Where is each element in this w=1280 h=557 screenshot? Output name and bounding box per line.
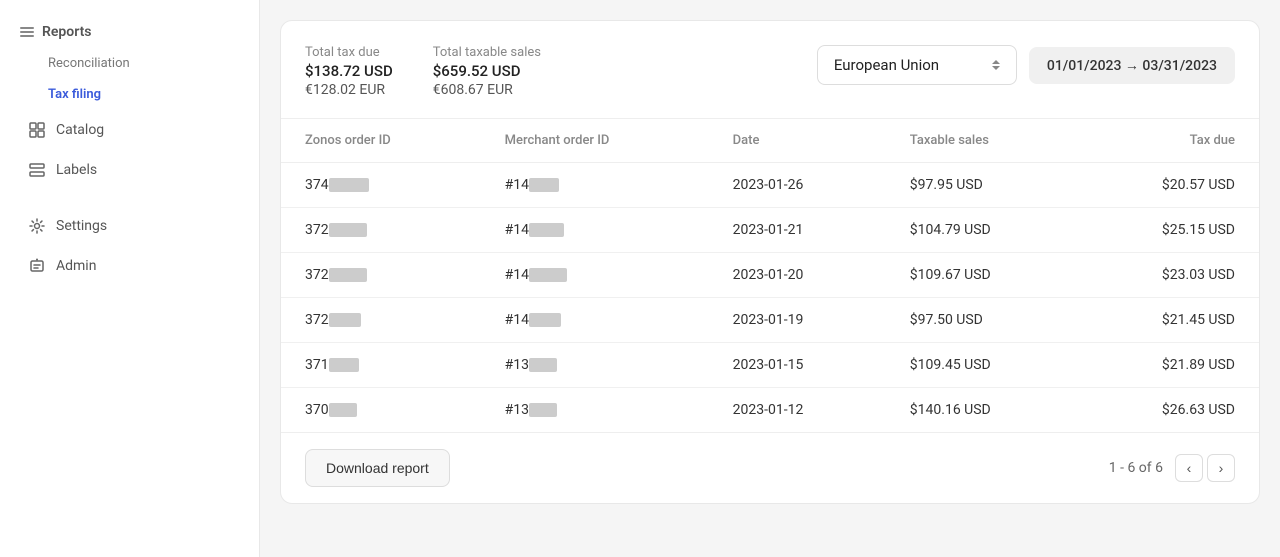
region-chevron-icon bbox=[992, 60, 1000, 70]
total-taxable-sales-block: Total taxable sales $659.52 USD €608.67 … bbox=[433, 45, 541, 98]
cell-taxable-sales: $104.79 USD bbox=[886, 208, 1078, 253]
cell-tax-due: $21.89 USD bbox=[1078, 343, 1259, 388]
cell-date: 2023-01-15 bbox=[709, 343, 886, 388]
cell-taxable-sales: $97.50 USD bbox=[886, 298, 1078, 343]
cell-taxable-sales: $140.16 USD bbox=[886, 388, 1078, 433]
cell-merchant-id: #14 bbox=[481, 163, 709, 208]
table-row: 371 #13 2023-01-15 $109.45 USD $21.89 US… bbox=[281, 343, 1259, 388]
col-date: Date bbox=[709, 119, 886, 163]
cell-date: 2023-01-20 bbox=[709, 253, 886, 298]
tax-filing-card: Total tax due $138.72 USD €128.02 EUR To… bbox=[280, 20, 1260, 504]
prev-page-button[interactable]: ‹ bbox=[1175, 454, 1203, 482]
cell-date: 2023-01-19 bbox=[709, 298, 886, 343]
tax-filing-label: Tax filing bbox=[48, 87, 101, 102]
sidebar-item-catalog[interactable]: Catalog bbox=[8, 111, 251, 149]
region-select[interactable]: European Union bbox=[817, 45, 1017, 85]
sidebar-reports-header: Reports bbox=[0, 16, 259, 48]
table-row: 372 #14 2023-01-21 $104.79 USD $25.15 US… bbox=[281, 208, 1259, 253]
catalog-icon bbox=[28, 121, 46, 139]
pagination-text: 1 - 6 of 6 bbox=[1109, 460, 1163, 476]
cell-zonos-id: 372 bbox=[281, 298, 481, 343]
admin-label: Admin bbox=[56, 258, 96, 274]
cell-tax-due: $25.15 USD bbox=[1078, 208, 1259, 253]
pagination-nav: ‹ › bbox=[1175, 454, 1235, 482]
col-taxable-sales: Taxable sales bbox=[886, 119, 1078, 163]
labels-icon bbox=[28, 161, 46, 179]
main-content: Total tax due $138.72 USD €128.02 EUR To… bbox=[260, 0, 1280, 557]
total-tax-due-usd: $138.72 USD bbox=[305, 62, 393, 80]
sidebar-item-settings[interactable]: Settings bbox=[8, 207, 251, 245]
cell-zonos-id: 371 bbox=[281, 343, 481, 388]
pagination: 1 - 6 of 6 ‹ › bbox=[1109, 454, 1235, 482]
total-tax-due-eur: €128.02 EUR bbox=[305, 82, 393, 98]
cell-tax-due: $20.57 USD bbox=[1078, 163, 1259, 208]
cell-tax-due: $26.63 USD bbox=[1078, 388, 1259, 433]
settings-label: Settings bbox=[56, 218, 107, 234]
card-footer: Download report 1 - 6 of 6 ‹ › bbox=[281, 432, 1259, 503]
cell-tax-due: $23.03 USD bbox=[1078, 253, 1259, 298]
reconciliation-label: Reconciliation bbox=[48, 56, 130, 71]
cell-merchant-id: #13 bbox=[481, 388, 709, 433]
cell-zonos-id: 370 bbox=[281, 388, 481, 433]
admin-icon bbox=[28, 257, 46, 275]
sidebar: Reports Reconciliation Tax filing Catalo… bbox=[0, 0, 260, 557]
cell-zonos-id: 372 bbox=[281, 208, 481, 253]
cell-zonos-id: 372 bbox=[281, 253, 481, 298]
total-taxable-sales-label: Total taxable sales bbox=[433, 45, 541, 60]
header-controls: European Union 01/01/2023 → 03/31/2023 bbox=[817, 45, 1235, 85]
reports-icon bbox=[20, 27, 34, 37]
cell-date: 2023-01-26 bbox=[709, 163, 886, 208]
orders-table: Zonos order ID Merchant order ID Date Ta… bbox=[281, 119, 1259, 432]
cell-taxable-sales: $109.45 USD bbox=[886, 343, 1078, 388]
cell-merchant-id: #14 bbox=[481, 253, 709, 298]
col-merchant-id: Merchant order ID bbox=[481, 119, 709, 163]
col-zonos-id: Zonos order ID bbox=[281, 119, 481, 163]
cell-zonos-id: 374 bbox=[281, 163, 481, 208]
total-taxable-sales-usd: $659.52 USD bbox=[433, 62, 541, 80]
card-header: Total tax due $138.72 USD €128.02 EUR To… bbox=[281, 21, 1259, 119]
sidebar-item-reconciliation[interactable]: Reconciliation bbox=[0, 48, 259, 79]
table-row: 372 #14 2023-01-20 $109.67 USD $23.03 US… bbox=[281, 253, 1259, 298]
table-row: 372 #14 2023-01-19 $97.50 USD $21.45 USD bbox=[281, 298, 1259, 343]
total-tax-due-block: Total tax due $138.72 USD €128.02 EUR bbox=[305, 45, 393, 98]
download-report-button[interactable]: Download report bbox=[305, 449, 450, 487]
date-range-display: 01/01/2023 → 03/31/2023 bbox=[1029, 47, 1235, 84]
catalog-label: Catalog bbox=[56, 122, 104, 138]
sidebar-item-tax-filing[interactable]: Tax filing bbox=[0, 79, 259, 110]
cell-date: 2023-01-12 bbox=[709, 388, 886, 433]
settings-icon bbox=[28, 217, 46, 235]
sidebar-item-labels[interactable]: Labels bbox=[8, 151, 251, 189]
region-value: European Union bbox=[834, 56, 939, 74]
next-page-button[interactable]: › bbox=[1207, 454, 1235, 482]
sidebar-item-admin[interactable]: Admin bbox=[8, 247, 251, 285]
cell-merchant-id: #13 bbox=[481, 343, 709, 388]
cell-taxable-sales: $109.67 USD bbox=[886, 253, 1078, 298]
labels-label: Labels bbox=[56, 162, 97, 178]
sidebar-reports-label: Reports bbox=[42, 24, 92, 40]
cell-tax-due: $21.45 USD bbox=[1078, 298, 1259, 343]
cell-date: 2023-01-21 bbox=[709, 208, 886, 253]
total-tax-due-label: Total tax due bbox=[305, 45, 393, 60]
total-taxable-sales-eur: €608.67 EUR bbox=[433, 82, 541, 98]
table-row: 374 #14 2023-01-26 $97.95 USD $20.57 USD bbox=[281, 163, 1259, 208]
col-tax-due: Tax due bbox=[1078, 119, 1259, 163]
table-row: 370 #13 2023-01-12 $140.16 USD $26.63 US… bbox=[281, 388, 1259, 433]
cell-taxable-sales: $97.95 USD bbox=[886, 163, 1078, 208]
cell-merchant-id: #14 bbox=[481, 208, 709, 253]
cell-merchant-id: #14 bbox=[481, 298, 709, 343]
